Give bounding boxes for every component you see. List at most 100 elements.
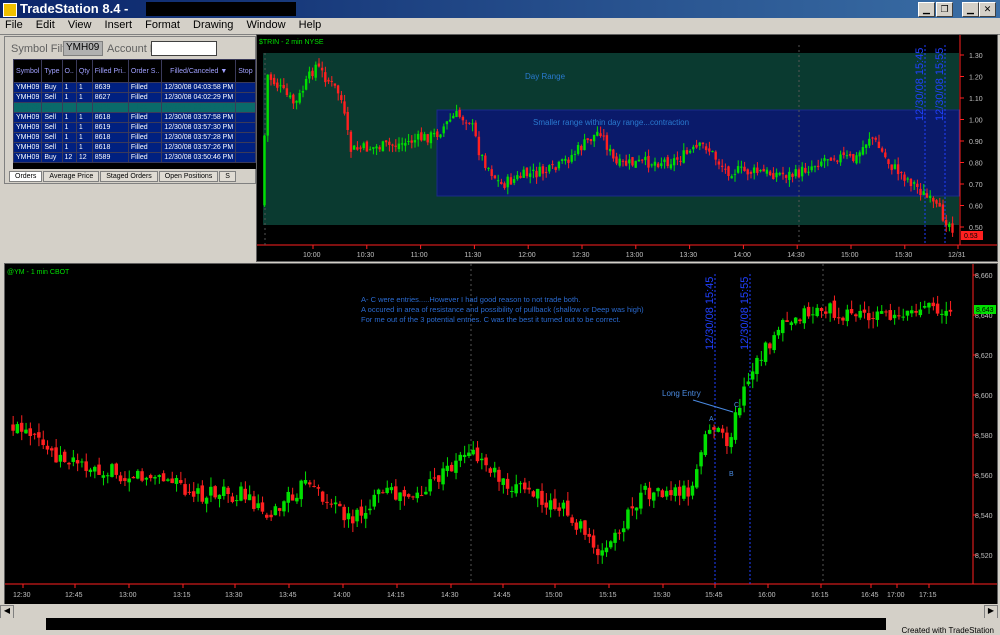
order-row[interactable]: YMH09 Sell 1 1 8618 Filled 12/30/08 03:57:26 P…	[12, 142, 256, 153]
trin-candle-body	[775, 172, 778, 178]
trin-candle-body	[852, 154, 855, 162]
tab-average-price[interactable]: Average Price	[43, 171, 100, 182]
trin-candle-body	[391, 144, 394, 146]
trin-x-tick-label: 14:30	[787, 252, 805, 259]
col-type[interactable]: Type	[41, 59, 63, 83]
trin-chart-window[interactable]: $TRIN - 2 min NYSE Day Range Smaller ran…	[256, 34, 998, 262]
ym-candle-body	[505, 478, 510, 489]
inner-restore-button[interactable]: ❐	[936, 2, 953, 17]
trin-candle-body	[279, 85, 282, 87]
ym-candle-body	[209, 486, 213, 496]
col-qty[interactable]: Qty	[75, 59, 93, 83]
trin-candle-body	[938, 202, 941, 207]
menu-drawing[interactable]: Drawing	[188, 18, 238, 32]
order-row[interactable]: YMH09 Buy 12 12 8589 Filled 12/30/08 03:50:46 …	[12, 152, 256, 163]
ym-candle-body	[742, 386, 746, 406]
order-row[interactable]: YMH09 Sell 1 1 8628 Filled 12/30/08 03:59:37 P…	[12, 102, 256, 113]
trin-candle-body	[346, 111, 349, 130]
ym-x-tick-label: 15:00	[545, 592, 563, 599]
note-line-3: For me out of the 3 potential entries. C…	[361, 315, 621, 324]
trin-candle-body	[487, 167, 490, 169]
sort-down-icon[interactable]: ▼	[220, 68, 227, 75]
ym-candle-body	[643, 485, 647, 490]
trin-y-tick-label: 0.60	[969, 204, 983, 211]
trin-chart[interactable]: $TRIN - 2 min NYSE Day Range Smaller ran…	[257, 35, 997, 261]
order-cell: YMH09	[12, 122, 43, 133]
menu-edit[interactable]: Edit	[31, 18, 60, 32]
trin-candle-body	[810, 166, 813, 171]
ym-candle-body	[299, 480, 303, 500]
trin-candle-body	[468, 122, 471, 124]
inner-minimize-button[interactable]: ▁	[918, 2, 935, 17]
col-symbol[interactable]: Symbol	[12, 59, 43, 83]
ym-header: @YM - 1 min CBOT	[7, 269, 70, 276]
col-filled-price[interactable]: Filled Pri..	[91, 59, 129, 83]
order-cell: Filled	[127, 122, 163, 133]
trin-candle-body	[695, 144, 698, 148]
ym-candle-body	[97, 464, 101, 475]
col-o[interactable]: O..	[61, 59, 77, 83]
ym-chart-window[interactable]: @YM - 1 min CBOT A- C were entries.....H…	[4, 263, 998, 605]
ym-candle-body	[325, 501, 329, 503]
ym-candle-body	[441, 468, 445, 485]
menu-insert[interactable]: Insert	[100, 18, 138, 32]
trin-candle-body	[423, 134, 426, 141]
ym-candle-body	[174, 478, 179, 484]
order-cell	[235, 82, 256, 93]
ym-candle-body	[19, 422, 24, 432]
tab-more[interactable]: S	[219, 171, 236, 182]
col-order-status[interactable]: Order S..	[127, 59, 163, 83]
ym-candle-body	[604, 547, 609, 553]
ym-candle-body	[437, 475, 441, 482]
order-cell: Buy	[41, 82, 63, 93]
symbol-filter-input[interactable]: YMH09	[63, 41, 103, 56]
ym-candle-body	[385, 487, 389, 494]
scroll-left-arrow[interactable]: ◀	[0, 605, 14, 619]
tab-staged-orders[interactable]: Staged Orders	[100, 171, 158, 182]
ym-candle-body	[755, 357, 759, 375]
menu-window[interactable]: Window	[241, 18, 290, 32]
trin-y-tick-label: 0.70	[969, 182, 983, 189]
trin-candle-body	[893, 164, 897, 169]
trin-candle-body	[340, 95, 343, 100]
tab-orders[interactable]: Orders	[9, 171, 43, 182]
menu-file[interactable]: File	[0, 18, 28, 32]
ym-y-axis: 8,660 8,640 8,620 8,600 8,580 8,560 8,540 8,520	[973, 273, 993, 560]
account-input[interactable]	[151, 41, 217, 56]
menu-help[interactable]: Help	[294, 18, 327, 32]
ym-candle-body	[785, 320, 789, 322]
order-row[interactable]: YMH09 Buy 1 1 8639 Filled 12/30/08 04:03:58 PM	[12, 82, 256, 93]
ym-candle-body	[351, 516, 355, 524]
trin-candle-body	[452, 115, 455, 119]
ym-candle-body	[621, 528, 626, 533]
trin-candle-body	[541, 166, 545, 174]
trin-candle-body	[410, 140, 413, 143]
trin-candle-body	[276, 82, 279, 88]
col-stop[interactable]: Stop	[235, 59, 256, 83]
menu-view[interactable]: View	[63, 18, 97, 32]
horizontal-scrollbar[interactable]: ◀ ▶	[0, 604, 1000, 619]
menu-format[interactable]: Format	[140, 18, 185, 32]
ym-x-tick-label: 15:15	[599, 592, 617, 599]
order-row[interactable]: YMH09 Sell 1 1 8619 Filled 12/30/08 03:57:30 P…	[12, 122, 256, 133]
order-row[interactable]: YMH09 Sell 1 1 8618 Filled 12/30/08 03:57:28 P…	[12, 132, 256, 143]
minimize-button[interactable]: ▁	[962, 2, 979, 17]
contraction-label: Smaller range within day range...contrac…	[533, 118, 689, 127]
ym-chart[interactable]: @YM - 1 min CBOT A- C were entries.....H…	[5, 264, 997, 604]
trin-candle-body	[333, 83, 337, 86]
ym-candle-body	[93, 466, 97, 472]
tab-open-positions[interactable]: Open Positions	[158, 171, 219, 182]
order-row[interactable]: YMH09 Sell 1 1 8627 Filled 12/30/08 04:02:29 P…	[12, 92, 256, 103]
scroll-right-arrow[interactable]: ▶	[984, 605, 998, 619]
trin-candle-body	[375, 146, 378, 149]
trin-candle-body	[292, 94, 295, 104]
ym-candle-body	[153, 477, 157, 479]
order-row[interactable]: YMH09 Sell 1 1 8618 Filled 12/30/08 03:57:58 P…	[12, 112, 256, 123]
close-button[interactable]: ✕	[979, 2, 996, 17]
trin-candle-body	[704, 146, 708, 151]
order-cell: 1	[75, 132, 93, 143]
ym-candle-body	[518, 483, 523, 485]
ym-x-tick-label: 15:30	[653, 592, 671, 599]
col-filled-canceled[interactable]: Filled/Canceled ▼	[161, 59, 237, 83]
trin-candle-body	[813, 166, 817, 168]
